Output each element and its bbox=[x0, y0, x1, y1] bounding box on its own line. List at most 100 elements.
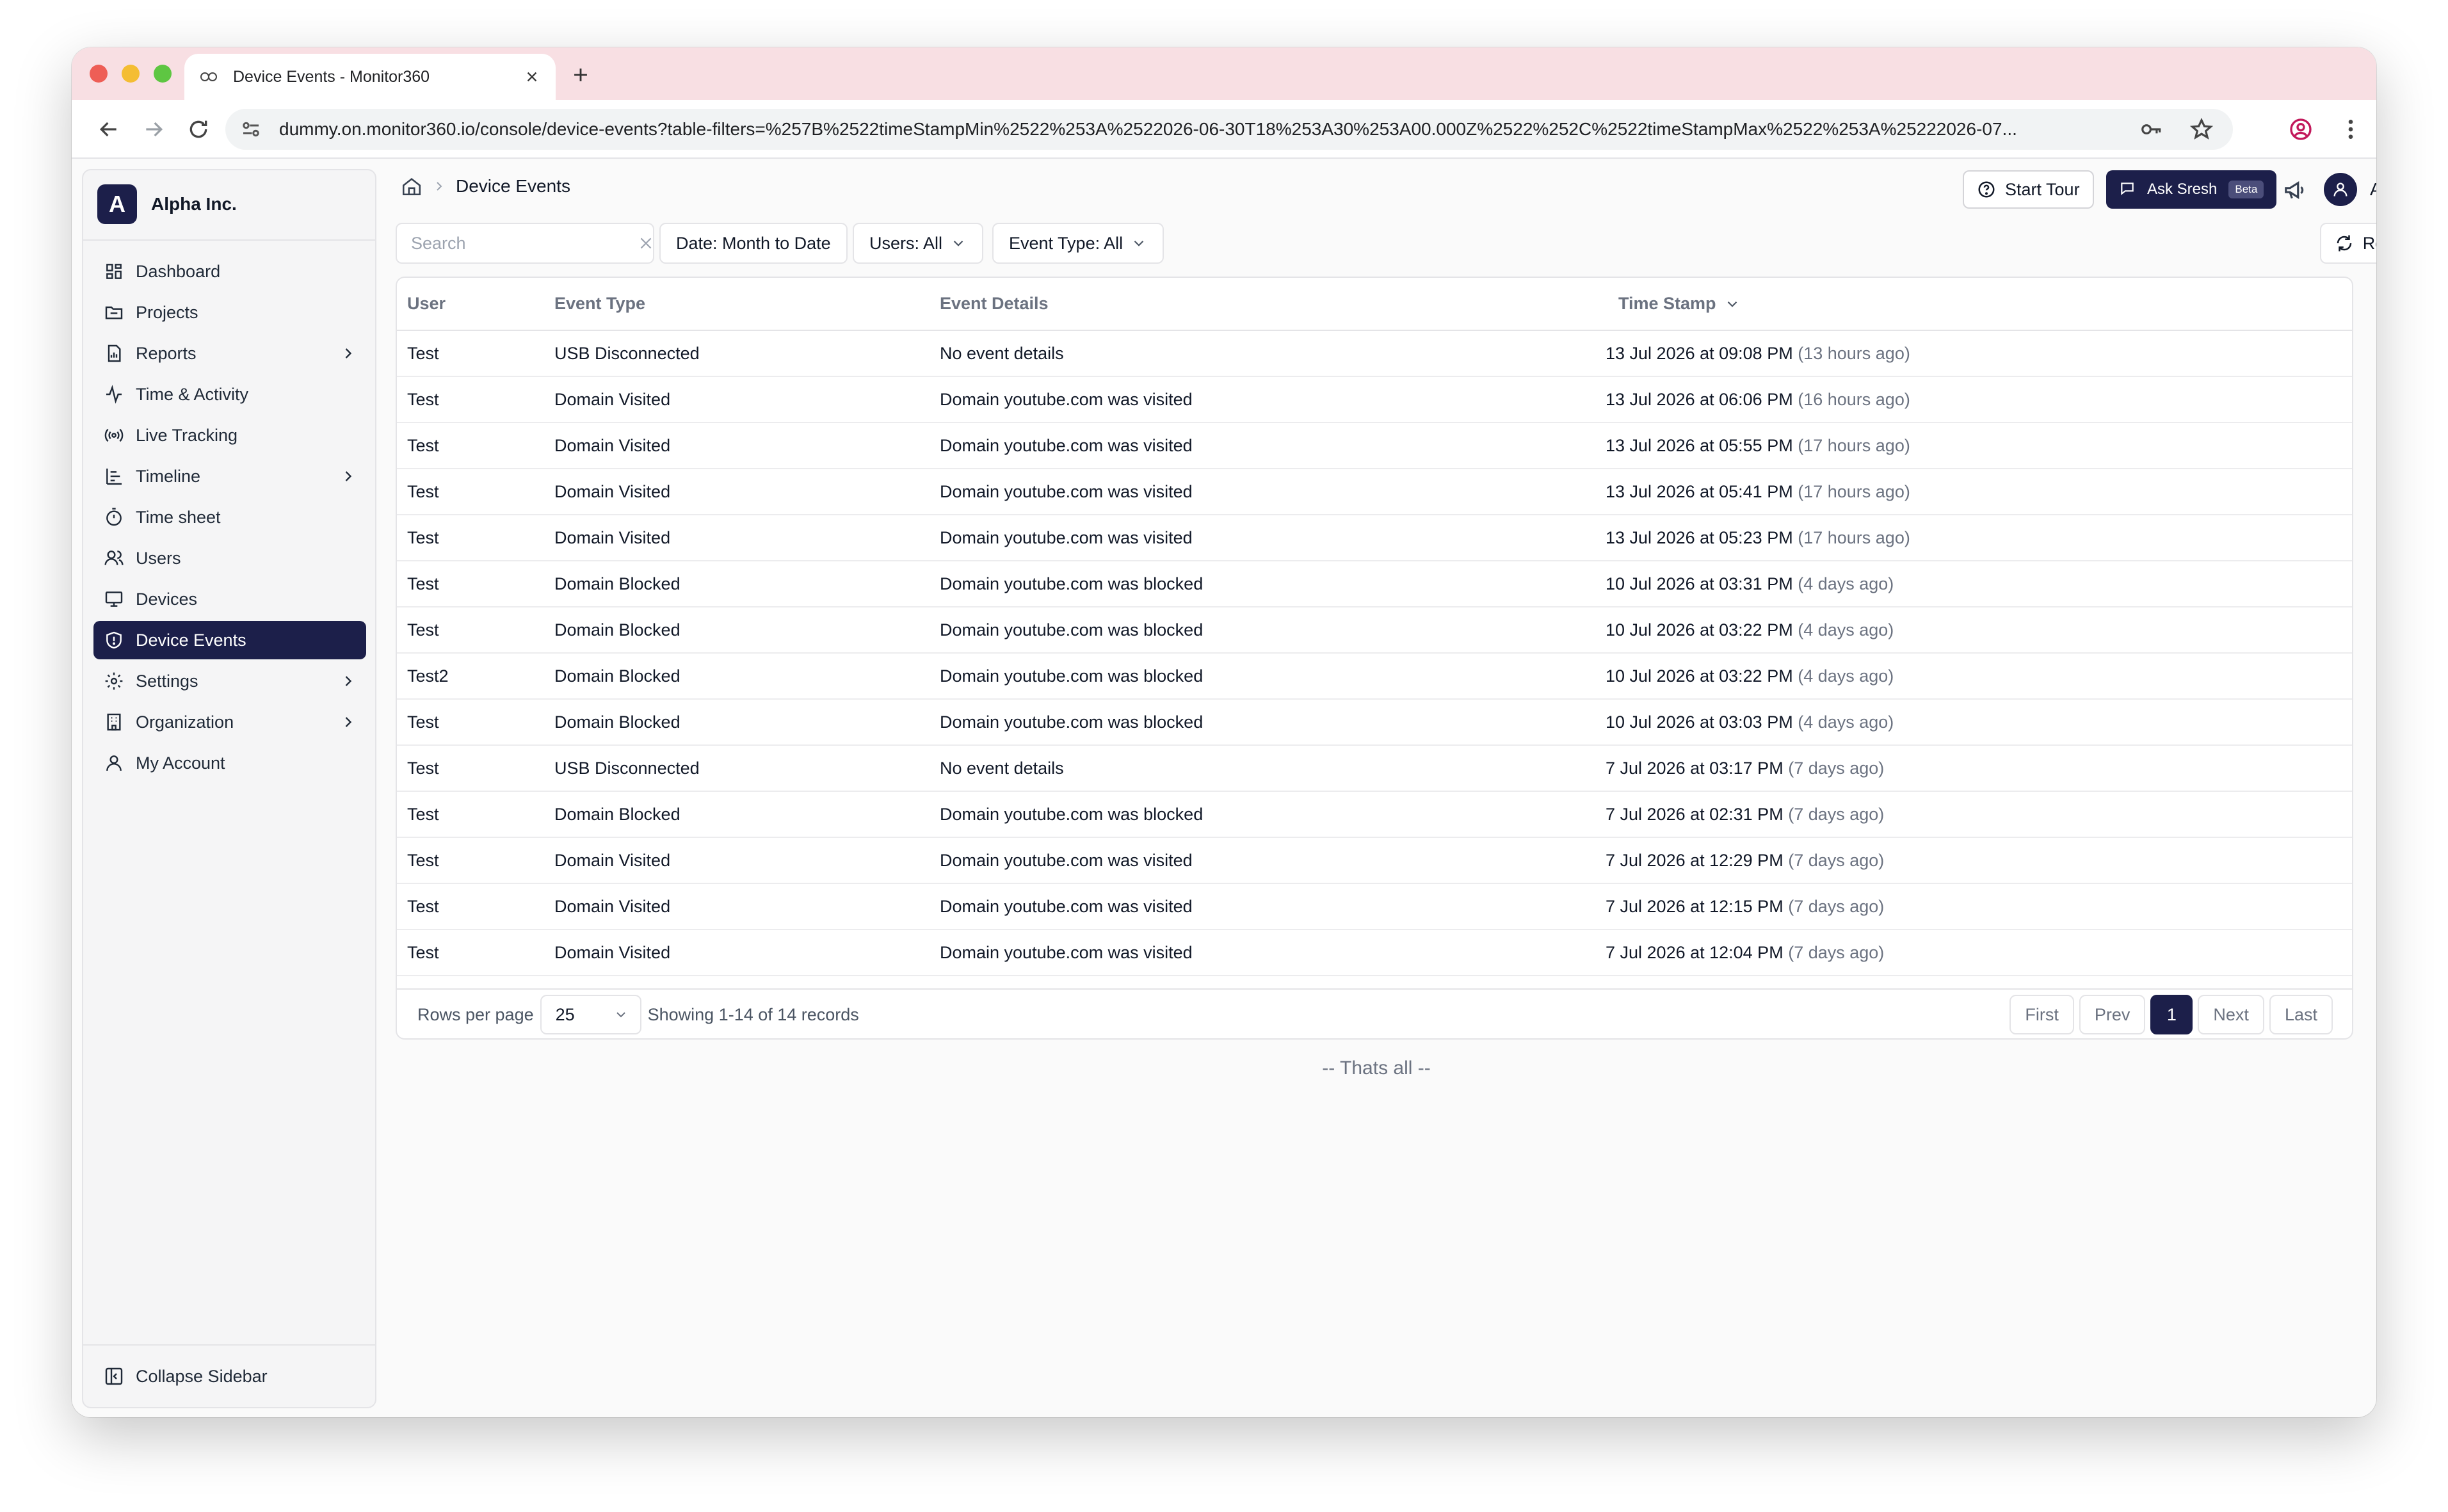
event-type-filter-label: Event Type: All bbox=[1009, 233, 1123, 253]
megaphone-icon[interactable] bbox=[2283, 178, 2307, 202]
sidebar-item-live-tracking[interactable]: Live Tracking bbox=[93, 416, 366, 454]
timestamp-text: 7 Jul 2026 at 12:15 PM bbox=[1606, 896, 1784, 916]
cell-event-type: Domain Blocked bbox=[554, 712, 680, 732]
clear-icon[interactable] bbox=[638, 235, 654, 252]
users-filter-label: Users: All bbox=[869, 233, 943, 253]
ask-sresh-button[interactable]: Ask Sresh Beta bbox=[2106, 170, 2277, 209]
home-icon[interactable] bbox=[401, 175, 423, 197]
sidebar-item-timeline[interactable]: Timeline bbox=[93, 457, 366, 495]
back-arrow-icon[interactable] bbox=[96, 117, 122, 142]
sidebar-item-users[interactable]: Users bbox=[93, 539, 366, 577]
sidebar-item-time-activity[interactable]: Time & Activity bbox=[93, 375, 366, 414]
relative-time-text: (4 days ago) bbox=[1798, 574, 1894, 593]
cell-event-details: Domain youtube.com was blocked bbox=[940, 804, 1204, 824]
relative-time-text: (13 hours ago) bbox=[1798, 343, 1910, 363]
relative-time-text: (4 days ago) bbox=[1798, 620, 1894, 639]
table-row[interactable]: Test USB Disconnected No event details 13 J… bbox=[397, 330, 2352, 376]
cell-time-stamp: 10 Jul 2026 at 03:22 PM (4 days ago) bbox=[1606, 653, 2352, 699]
cell-user: Test bbox=[407, 896, 439, 916]
column-header-time-stamp[interactable]: Time Stamp bbox=[1606, 278, 2352, 331]
close-window-button[interactable] bbox=[90, 65, 108, 83]
cell-event-type: Domain Blocked bbox=[554, 574, 680, 593]
rows-per-page-select[interactable]: 25 bbox=[540, 995, 641, 1034]
search-field[interactable] bbox=[396, 223, 654, 264]
users-filter-dropdown[interactable]: Users: All bbox=[853, 223, 984, 264]
table-row[interactable]: Test Domain Visited Domain youtube.com was… bbox=[397, 515, 2352, 561]
sidebar-item-projects[interactable]: Projects bbox=[93, 293, 366, 332]
table-row[interactable]: Test Domain Visited Domain youtube.com was… bbox=[397, 883, 2352, 929]
sidebar-item-device-events[interactable]: Device Events bbox=[93, 621, 366, 659]
browser-tab[interactable]: Device Events - Monitor360 bbox=[184, 54, 556, 100]
table-row[interactable]: Test Domain Visited Domain youtube.com was… bbox=[397, 376, 2352, 422]
ask-sresh-label: Ask Sresh bbox=[2147, 181, 2218, 198]
timestamp-text: 10 Jul 2026 at 03:31 PM bbox=[1606, 574, 1793, 593]
last-page-button[interactable]: Last bbox=[2269, 995, 2333, 1034]
new-tab-plus-icon[interactable] bbox=[570, 64, 592, 86]
table-row[interactable]: Test Domain Blocked Domain youtube.com was… bbox=[397, 791, 2352, 837]
page-header: Device Events Start Tour Ask Sresh Beta bbox=[376, 159, 2376, 216]
site-settings-icon[interactable] bbox=[239, 118, 262, 141]
org-name: Alpha Inc. bbox=[151, 194, 237, 214]
table-row[interactable]: Test Domain Blocked Domain youtube.com was… bbox=[397, 607, 2352, 653]
table-row[interactable]: Test Domain Visited Domain youtube.com was… bbox=[397, 929, 2352, 976]
records-count-text: Showing 1-14 of 14 records bbox=[647, 1004, 859, 1024]
forward-arrow-icon[interactable] bbox=[141, 117, 166, 142]
table-row[interactable]: Test2 Domain Blocked Domain youtube.com wa… bbox=[397, 653, 2352, 699]
table-body: Test USB Disconnected No event details 13 J… bbox=[397, 330, 2352, 976]
event-type-filter-dropdown[interactable]: Event Type: All bbox=[992, 223, 1164, 264]
next-page-button[interactable]: Next bbox=[2198, 995, 2264, 1034]
events-table-card: User Event Type Event Details Time Stamp bbox=[396, 277, 2353, 1040]
sidebar-item-my-account[interactable]: My Account bbox=[93, 744, 366, 782]
sidebar-item-label: Settings bbox=[136, 671, 198, 691]
sidebar-item-devices[interactable]: Devices bbox=[93, 580, 366, 618]
cell-time-stamp: 7 Jul 2026 at 02:31 PM (7 days ago) bbox=[1606, 791, 2352, 837]
cell-time-stamp: 13 Jul 2026 at 06:06 PM (16 hours ago) bbox=[1606, 376, 2352, 422]
table-row[interactable]: Test USB Disconnected No event details 7 Ju… bbox=[397, 745, 2352, 791]
password-key-icon[interactable] bbox=[2139, 117, 2164, 141]
maximize-window-button[interactable] bbox=[154, 65, 172, 83]
search-input[interactable] bbox=[411, 233, 638, 253]
close-tab-icon[interactable] bbox=[522, 67, 542, 86]
sort-chevron-down-icon[interactable] bbox=[1724, 296, 1741, 312]
sidebar-item-dashboard[interactable]: Dashboard bbox=[93, 252, 366, 291]
sidebar-item-organization[interactable]: Organization bbox=[93, 703, 366, 741]
cell-event-details: Domain youtube.com was visited bbox=[940, 435, 1193, 455]
table-row[interactable]: Test Domain Visited Domain youtube.com was… bbox=[397, 422, 2352, 469]
collapse-sidebar-label: Collapse Sidebar bbox=[136, 1366, 268, 1386]
cell-event-type: Domain Blocked bbox=[554, 620, 680, 639]
table-row[interactable]: Test Domain Blocked Domain youtube.com was… bbox=[397, 561, 2352, 607]
refresh-button[interactable]: Refresh bbox=[2320, 223, 2376, 264]
cell-user: Test bbox=[407, 712, 439, 732]
sidebar-collapse-icon bbox=[104, 1366, 124, 1387]
page-number-button[interactable]: 1 bbox=[2150, 995, 2193, 1034]
browser-menu-icon[interactable] bbox=[2338, 117, 2363, 142]
relative-time-text: (7 days ago) bbox=[1788, 804, 1885, 824]
folder-icon bbox=[104, 302, 124, 323]
profile-icon[interactable] bbox=[2288, 117, 2314, 142]
sidebar-item-reports[interactable]: Reports bbox=[93, 334, 366, 373]
timestamp-text: 10 Jul 2026 at 03:03 PM bbox=[1606, 712, 1793, 732]
date-filter-button[interactable]: Date: Month to Date bbox=[659, 223, 848, 264]
timestamp-text: 7 Jul 2026 at 02:31 PM bbox=[1606, 804, 1784, 824]
start-tour-button[interactable]: Start Tour bbox=[1963, 170, 2094, 209]
timestamp-text: 13 Jul 2026 at 05:23 PM bbox=[1606, 527, 1793, 547]
sidebar-item-time-sheet[interactable]: Time sheet bbox=[93, 498, 366, 536]
table-row[interactable]: Test Domain Visited Domain youtube.com was… bbox=[397, 837, 2352, 883]
prev-page-button[interactable]: Prev bbox=[2079, 995, 2146, 1034]
building-icon bbox=[104, 712, 124, 732]
org-brand[interactable]: A Alpha Inc. bbox=[97, 184, 237, 224]
admin-menu[interactable]: Admin bbox=[2324, 173, 2376, 206]
minimize-window-button[interactable] bbox=[122, 65, 140, 83]
broadcast-icon bbox=[104, 425, 124, 446]
first-page-button[interactable]: First bbox=[2009, 995, 2074, 1034]
address-bar[interactable]: dummy.on.monitor360.io/console/device-ev… bbox=[225, 109, 2233, 150]
collapse-sidebar-button[interactable]: Collapse Sidebar bbox=[104, 1357, 268, 1395]
reload-icon[interactable] bbox=[186, 117, 211, 142]
table-row[interactable]: Test Domain Blocked Domain youtube.com was… bbox=[397, 699, 2352, 745]
table-row[interactable]: Test Domain Visited Domain youtube.com was… bbox=[397, 469, 2352, 515]
cell-event-type: USB Disconnected bbox=[554, 758, 700, 778]
bookmark-star-icon[interactable] bbox=[2189, 117, 2214, 141]
browser-toolbar: dummy.on.monitor360.io/console/device-ev… bbox=[72, 100, 2376, 159]
sidebar-item-settings[interactable]: Settings bbox=[93, 662, 366, 700]
cell-event-details: Domain youtube.com was visited bbox=[940, 896, 1193, 916]
